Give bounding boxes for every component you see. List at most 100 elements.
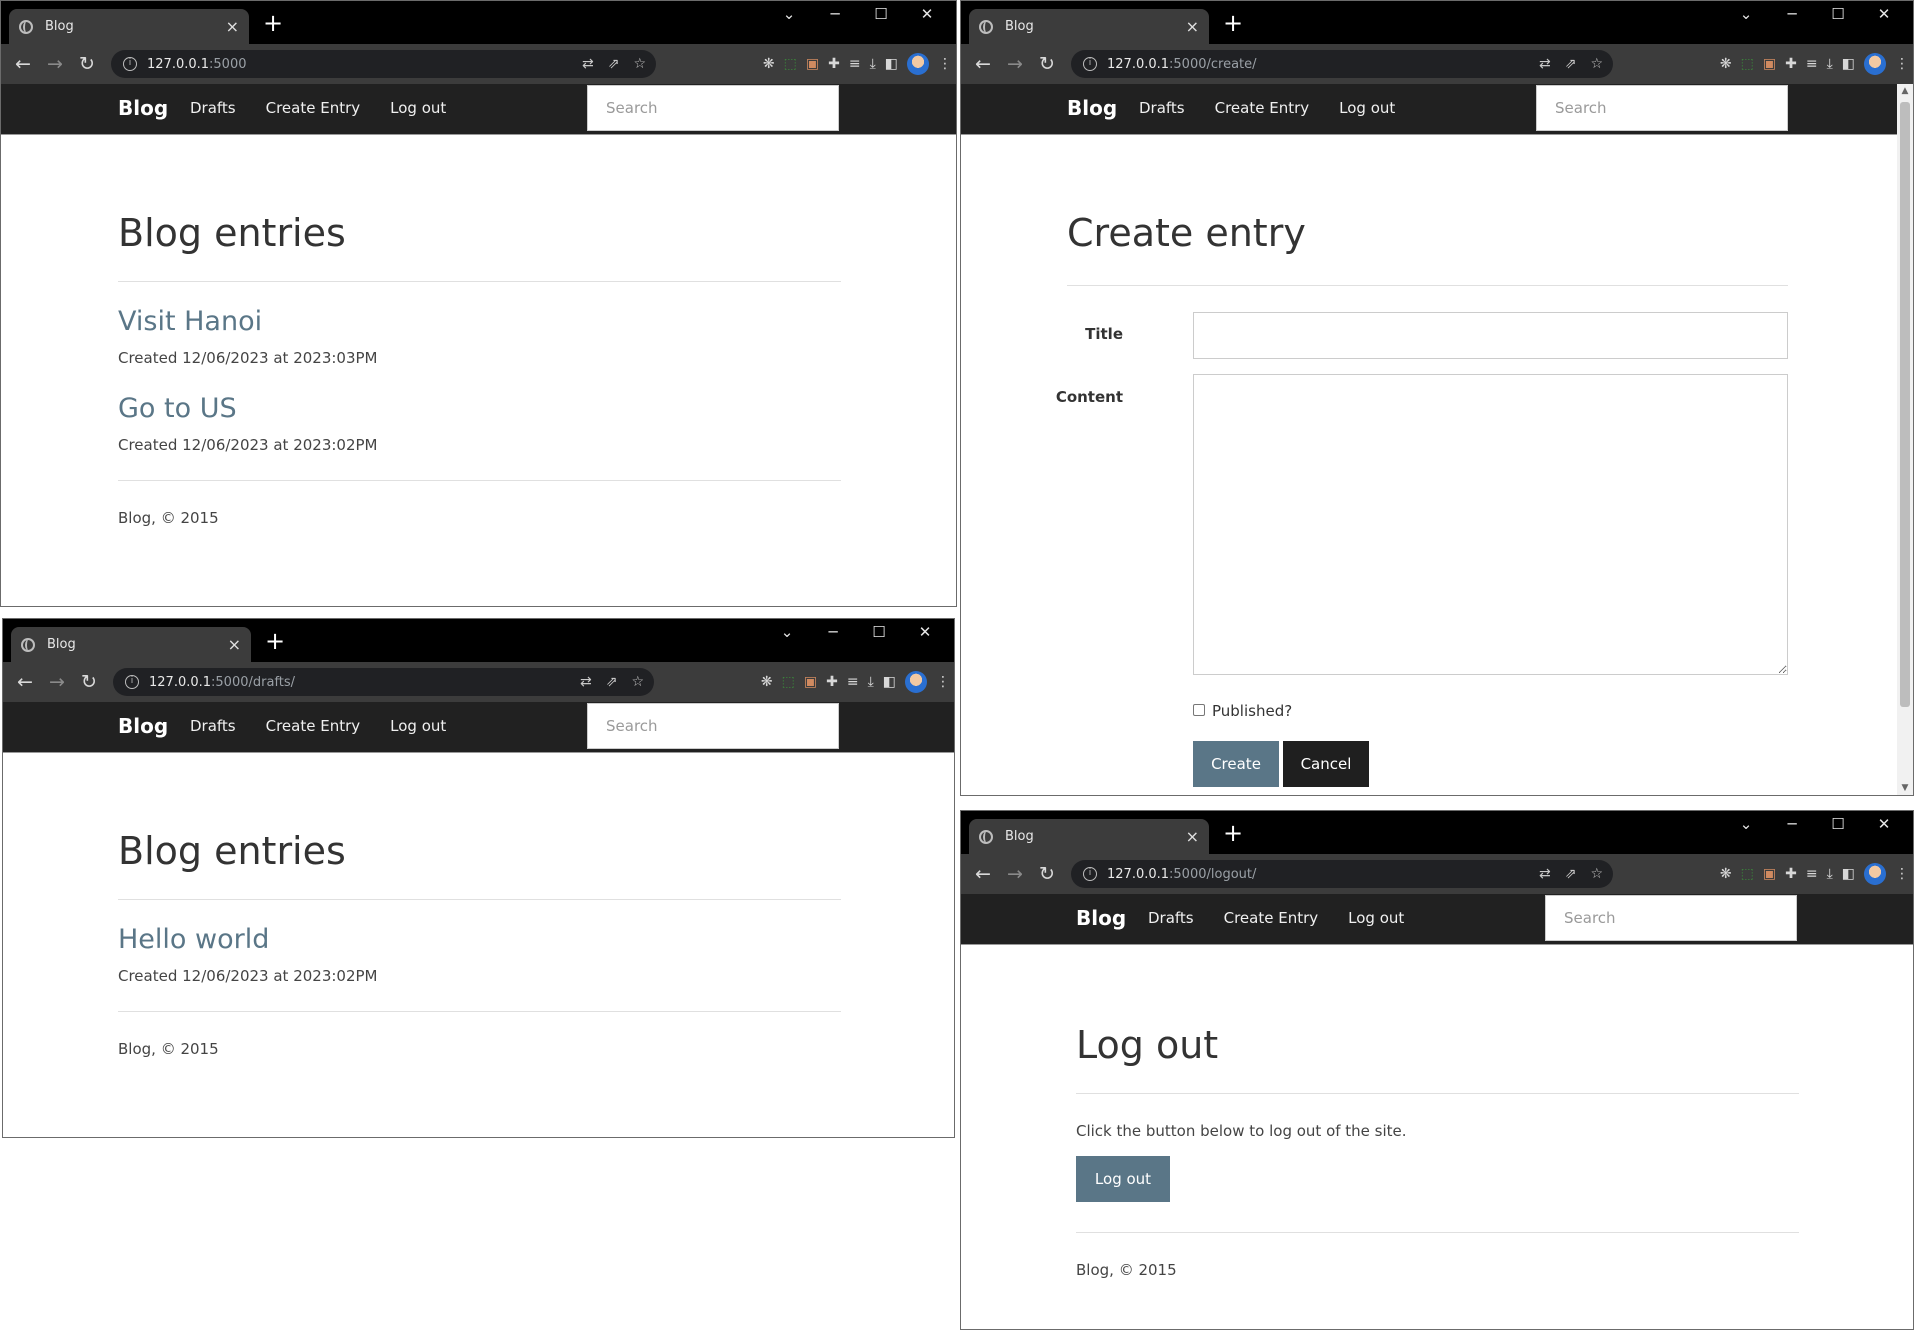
nav-drafts[interactable]: Drafts <box>1148 909 1194 927</box>
tab-search-icon[interactable]: ⌄ <box>1723 5 1769 23</box>
extension-gear-icon[interactable]: ❋ <box>763 56 775 72</box>
nav-drafts[interactable]: Drafts <box>190 99 236 117</box>
maximize-icon[interactable]: ☐ <box>858 5 904 23</box>
download-icon[interactable]: ⤓ <box>868 674 874 690</box>
profile-avatar[interactable] <box>1864 863 1886 885</box>
reading-list-icon[interactable]: ≡ <box>847 674 859 690</box>
profile-avatar[interactable] <box>907 53 929 75</box>
nav-log-out[interactable]: Log out <box>1348 909 1404 927</box>
new-tab-button[interactable]: + <box>1223 821 1243 845</box>
share-icon[interactable]: ⇗ <box>606 674 618 690</box>
close-tab-icon[interactable]: × <box>1186 17 1199 36</box>
extensions-puzzle-icon[interactable]: ✚ <box>1785 56 1797 72</box>
menu-icon[interactable]: ⋮ <box>1895 866 1909 882</box>
close-window-icon[interactable]: ✕ <box>904 5 950 23</box>
scrollbar-thumb[interactable] <box>1900 102 1910 707</box>
bookmark-star-icon[interactable]: ☆ <box>1590 56 1603 72</box>
brand-link[interactable]: Blog <box>1067 96 1117 120</box>
title-input[interactable] <box>1193 312 1788 359</box>
nav-log-out[interactable]: Log out <box>1339 99 1395 117</box>
share-icon[interactable]: ⇗ <box>1565 56 1577 72</box>
new-tab-button[interactable]: + <box>265 629 285 653</box>
reading-list-icon[interactable]: ≡ <box>1806 56 1818 72</box>
close-window-icon[interactable]: ✕ <box>902 623 948 641</box>
site-info-icon[interactable]: i <box>123 57 137 71</box>
reload-icon[interactable]: ↻ <box>1031 53 1063 75</box>
nav-drafts[interactable]: Drafts <box>190 717 236 735</box>
bookmark-star-icon[interactable]: ☆ <box>1590 866 1603 882</box>
minimize-icon[interactable]: ─ <box>1769 815 1815 833</box>
forward-icon[interactable]: → <box>999 53 1031 75</box>
translate-icon[interactable]: ⇄ <box>580 674 592 690</box>
side-panel-icon[interactable]: ◧ <box>1842 866 1855 882</box>
nav-drafts[interactable]: Drafts <box>1139 99 1185 117</box>
create-button[interactable]: Create <box>1193 741 1279 787</box>
back-icon[interactable]: ← <box>7 53 39 75</box>
extension-gear-icon[interactable]: ❋ <box>1720 56 1732 72</box>
extension-frame-icon[interactable]: ⬚ <box>1741 56 1754 72</box>
back-icon[interactable]: ← <box>967 863 999 885</box>
maximize-icon[interactable]: ☐ <box>1815 815 1861 833</box>
close-tab-icon[interactable]: × <box>228 635 241 654</box>
extension-box-icon[interactable]: ▣ <box>1763 866 1776 882</box>
cancel-button[interactable]: Cancel <box>1283 741 1369 787</box>
logout-button[interactable]: Log out <box>1076 1156 1170 1202</box>
reload-icon[interactable]: ↻ <box>1031 863 1063 885</box>
brand-link[interactable]: Blog <box>118 96 168 120</box>
profile-avatar[interactable] <box>905 671 927 693</box>
minimize-icon[interactable]: ─ <box>810 623 856 641</box>
entry-title-link[interactable]: Go to US <box>118 393 841 424</box>
back-icon[interactable]: ← <box>9 671 41 693</box>
reload-icon[interactable]: ↻ <box>71 53 103 75</box>
bookmark-star-icon[interactable]: ☆ <box>633 56 646 72</box>
extension-frame-icon[interactable]: ⬚ <box>782 674 795 690</box>
nav-log-out[interactable]: Log out <box>390 99 446 117</box>
new-tab-button[interactable]: + <box>1223 11 1243 35</box>
search-input[interactable] <box>587 703 839 749</box>
nav-create-entry[interactable]: Create Entry <box>266 717 361 735</box>
extension-box-icon[interactable]: ▣ <box>806 56 819 72</box>
maximize-icon[interactable]: ☐ <box>1815 5 1861 23</box>
entry-title-link[interactable]: Visit Hanoi <box>118 306 841 337</box>
side-panel-icon[interactable]: ◧ <box>883 674 896 690</box>
extension-box-icon[interactable]: ▣ <box>1763 56 1776 72</box>
brand-link[interactable]: Blog <box>1076 906 1126 930</box>
back-icon[interactable]: ← <box>967 53 999 75</box>
close-tab-icon[interactable]: × <box>1186 827 1199 846</box>
download-icon[interactable]: ⤓ <box>1827 866 1833 882</box>
download-icon[interactable]: ⤓ <box>870 56 876 72</box>
bookmark-star-icon[interactable]: ☆ <box>631 674 644 690</box>
maximize-icon[interactable]: ☐ <box>856 623 902 641</box>
content-textarea[interactable] <box>1193 374 1788 675</box>
close-tab-icon[interactable]: × <box>226 17 239 36</box>
tab-search-icon[interactable]: ⌄ <box>764 623 810 641</box>
minimize-icon[interactable]: ─ <box>812 5 858 23</box>
nav-create-entry[interactable]: Create Entry <box>1224 909 1319 927</box>
extension-gear-icon[interactable]: ❋ <box>761 674 773 690</box>
scrollbar[interactable]: ▲ ▼ <box>1897 84 1913 795</box>
tab-search-icon[interactable]: ⌄ <box>1723 815 1769 833</box>
menu-icon[interactable]: ⋮ <box>936 674 950 690</box>
extension-box-icon[interactable]: ▣ <box>804 674 817 690</box>
browser-tab[interactable]: Blog × <box>969 819 1209 854</box>
site-info-icon[interactable]: i <box>125 675 139 689</box>
translate-icon[interactable]: ⇄ <box>1539 866 1551 882</box>
extension-frame-icon[interactable]: ⬚ <box>1741 866 1754 882</box>
nav-create-entry[interactable]: Create Entry <box>266 99 361 117</box>
side-panel-icon[interactable]: ◧ <box>885 56 898 72</box>
address-bar[interactable]: i 127.0.0.1:5000/drafts/ ⇄ ⇗ ☆ <box>113 668 654 696</box>
menu-icon[interactable]: ⋮ <box>938 56 952 72</box>
browser-tab[interactable]: Blog × <box>9 9 249 44</box>
browser-tab[interactable]: Blog × <box>11 627 251 662</box>
share-icon[interactable]: ⇗ <box>1565 866 1577 882</box>
close-window-icon[interactable]: ✕ <box>1861 815 1907 833</box>
side-panel-icon[interactable]: ◧ <box>1842 56 1855 72</box>
site-info-icon[interactable]: i <box>1083 867 1097 881</box>
minimize-icon[interactable]: ─ <box>1769 5 1815 23</box>
entry-title-link[interactable]: Hello world <box>118 924 841 955</box>
extensions-puzzle-icon[interactable]: ✚ <box>1785 866 1797 882</box>
close-window-icon[interactable]: ✕ <box>1861 5 1907 23</box>
browser-tab[interactable]: Blog × <box>969 9 1209 44</box>
address-bar[interactable]: i 127.0.0.1:5000/create/ ⇄ ⇗ ☆ <box>1071 50 1613 78</box>
reading-list-icon[interactable]: ≡ <box>1806 866 1818 882</box>
